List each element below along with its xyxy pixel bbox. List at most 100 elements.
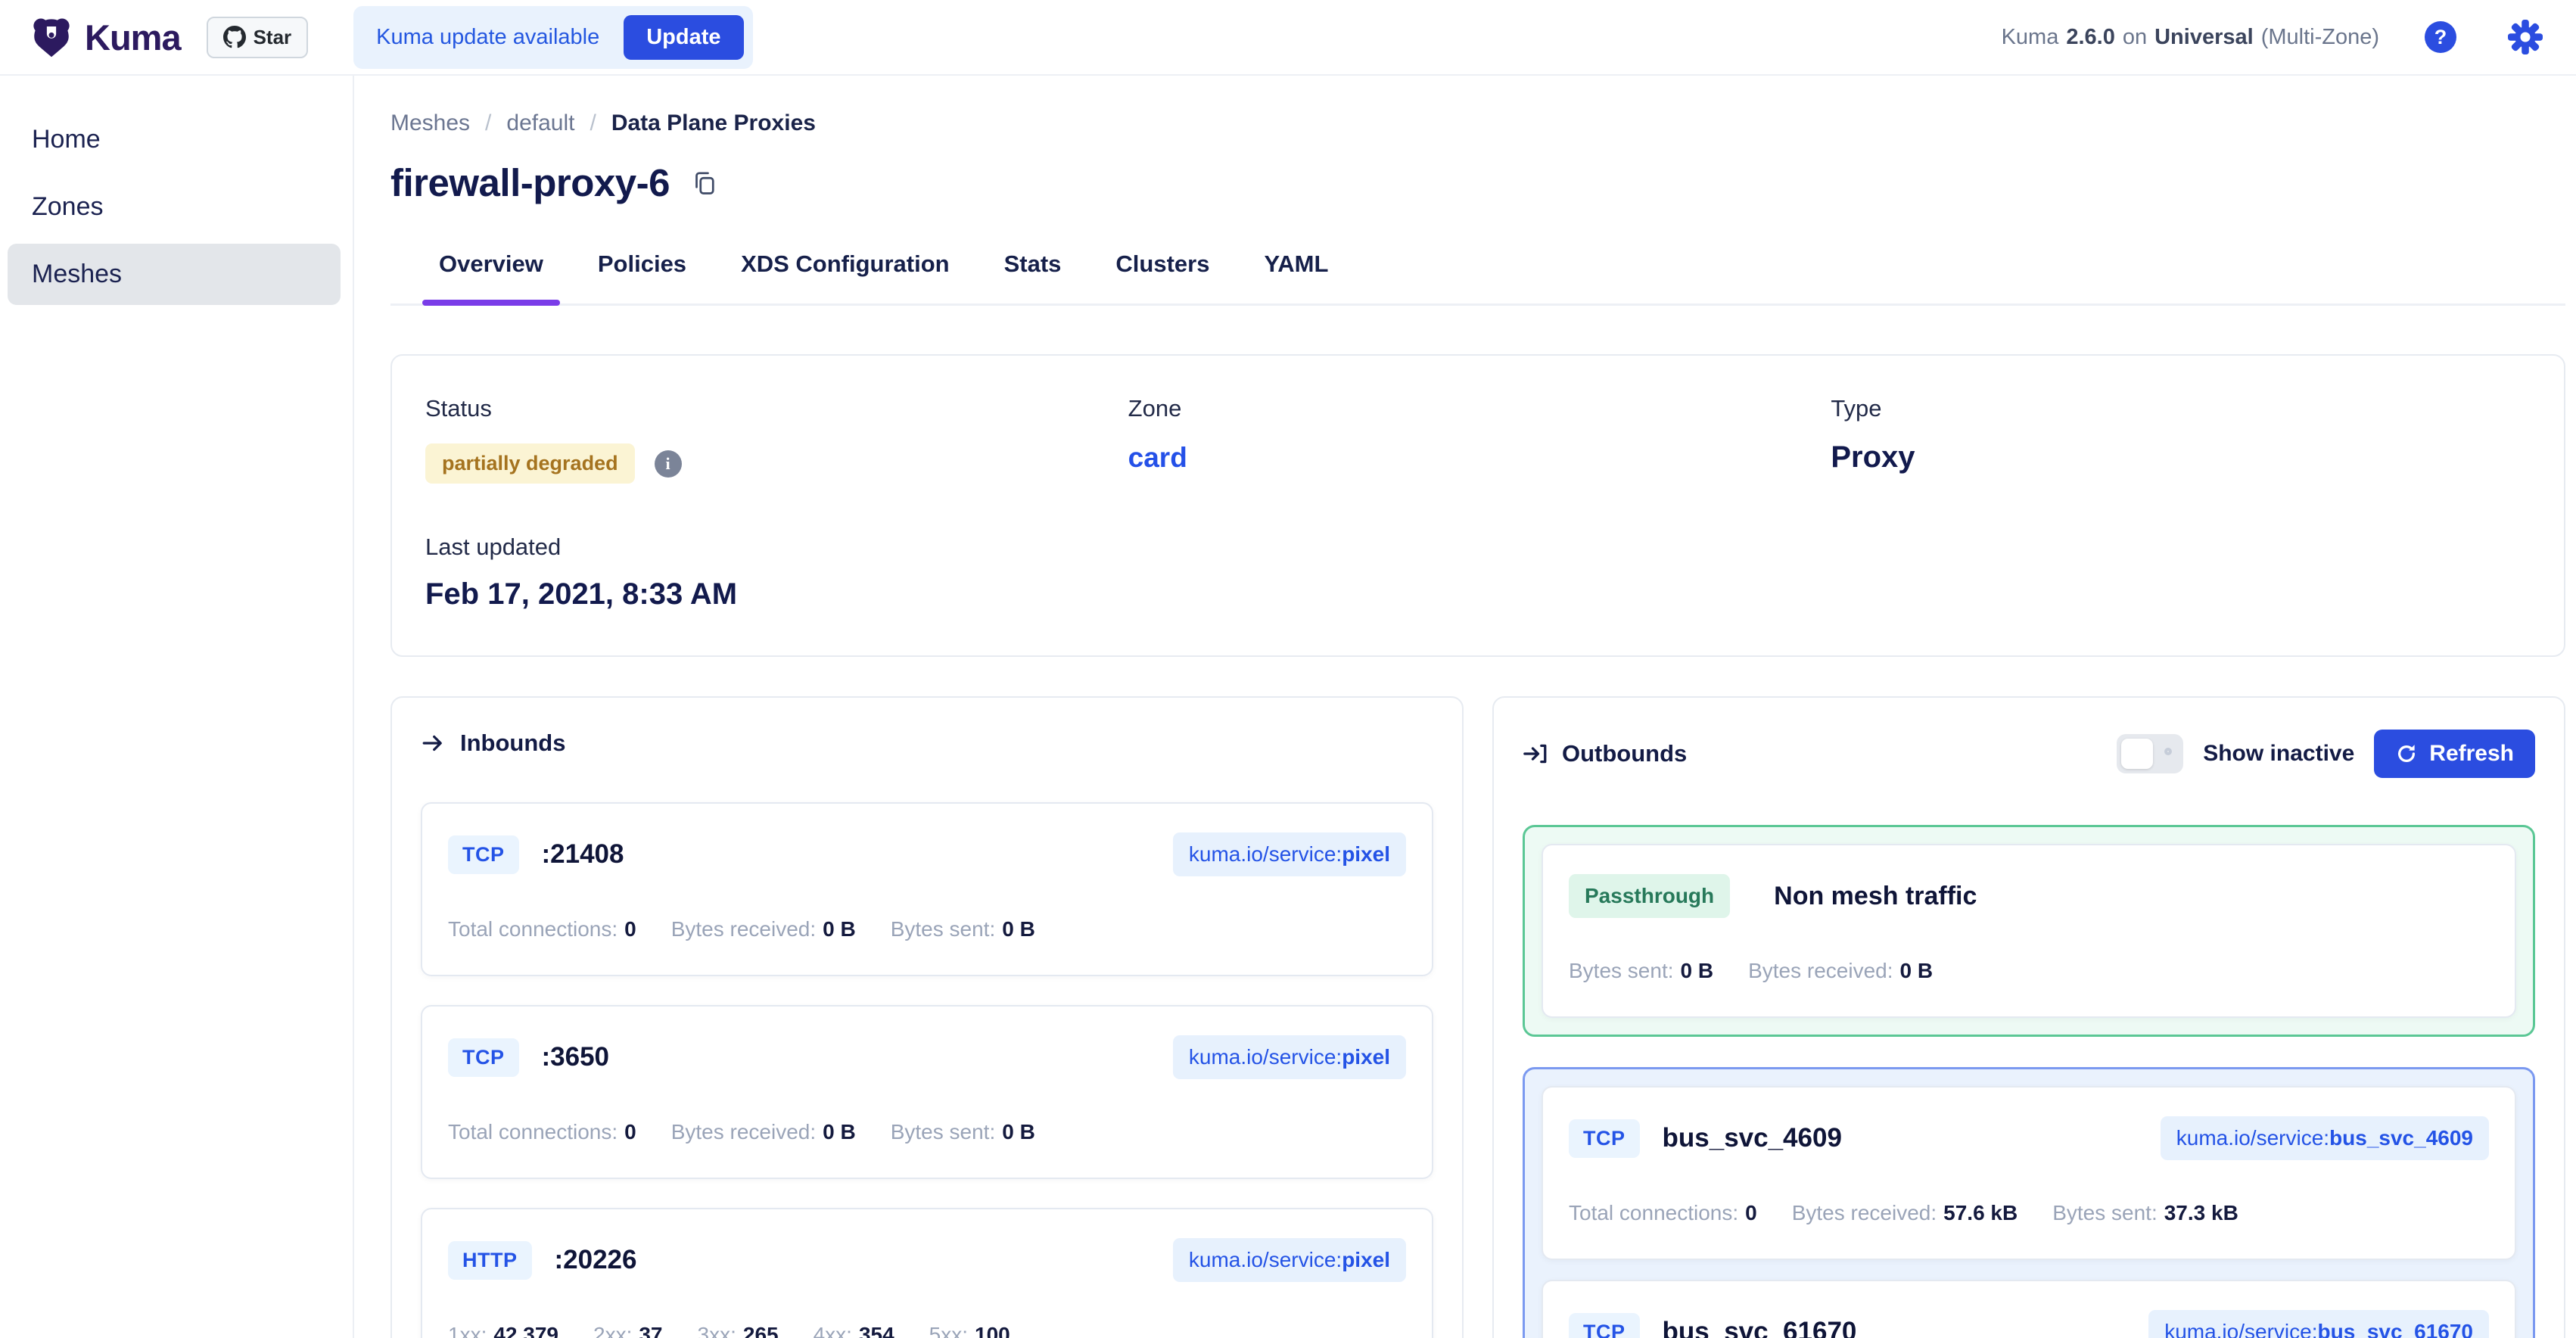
version-mode: Universal (2154, 25, 2254, 50)
tab-policies[interactable]: Policies (581, 250, 703, 303)
stat-value: 57.6 kB (1943, 1201, 2018, 1224)
stat-label: Total connections: (1569, 1201, 1738, 1224)
help-icon[interactable]: ? (2425, 21, 2456, 53)
stat-value: 37 (639, 1323, 662, 1338)
breadcrumb-separator: / (590, 110, 596, 136)
passthrough-group: Passthrough Non mesh traffic Bytes sent:… (1523, 825, 2535, 1037)
sidebar: Home Zones Meshes (0, 76, 354, 1338)
last-updated-value: Feb 17, 2021, 8:33 AM (425, 577, 1128, 611)
show-inactive-toggle[interactable] (2117, 734, 2183, 773)
inbound-card[interactable]: TCP:21408kuma.io/service:pixelTotal conn… (421, 802, 1433, 976)
service-tag[interactable]: kuma.io/service:pixel (1173, 832, 1406, 876)
sidebar-item-zones[interactable]: Zones (8, 176, 341, 238)
stat-label: 5xx: (929, 1323, 968, 1338)
service-tag-value: pixel (1342, 1248, 1390, 1271)
passthrough-badge: Passthrough (1569, 874, 1730, 918)
service-tag[interactable]: kuma.io/service:bus_svc_61670 (2148, 1310, 2489, 1338)
service-tag-prefix: kuma.io/service: (1189, 1045, 1342, 1069)
stat-value: 100 (975, 1323, 1010, 1338)
sidebar-item-home[interactable]: Home (8, 109, 341, 170)
breadcrumb: Meshes / default / Data Plane Proxies (390, 110, 2565, 136)
tab-xds-configuration[interactable]: XDS Configuration (724, 250, 966, 303)
info-icon[interactable]: i (655, 450, 682, 478)
breadcrumb-default[interactable]: default (506, 110, 574, 136)
outbound-card[interactable]: TCPbus_svc_61670kuma.io/service:bus_svc_… (1542, 1280, 2516, 1338)
version-prefix: Kuma (2002, 25, 2059, 50)
tab-stats[interactable]: Stats (988, 250, 1078, 303)
stat-label: Bytes sent: (891, 917, 996, 941)
inbounds-list: TCP:21408kuma.io/service:pixelTotal conn… (421, 802, 1433, 1338)
update-button[interactable]: Update (624, 15, 743, 60)
stat-label: 4xx: (814, 1323, 852, 1338)
stat-value: 0 (624, 917, 636, 941)
zone-link[interactable]: card (1128, 442, 1831, 474)
stat-label: Bytes received: (1748, 959, 1893, 982)
stat-label: Bytes received: (671, 917, 816, 941)
service-tag[interactable]: kuma.io/service:pixel (1173, 1238, 1406, 1282)
top-bar: Kuma Star Kuma update available Update K… (0, 0, 2576, 76)
stat-value: 0 (1745, 1201, 1757, 1224)
logo-wordmark: Kuma (85, 17, 181, 58)
kuma-logo[interactable]: Kuma (30, 16, 181, 58)
inbound-card[interactable]: HTTP:20226kuma.io/service:pixel1xx:42,37… (421, 1208, 1433, 1338)
stat-value: 265 (743, 1323, 779, 1338)
tab-clusters[interactable]: Clusters (1099, 250, 1226, 303)
status-label: Status (425, 395, 1128, 422)
zone-label: Zone (1128, 395, 1831, 422)
breadcrumb-separator: / (485, 110, 491, 136)
page-title: firewall-proxy-6 (390, 160, 670, 205)
service-tag-prefix: kuma.io/service: (1189, 842, 1342, 866)
tab-yaml[interactable]: YAML (1247, 250, 1345, 303)
version-zone: (Multi-Zone) (2261, 25, 2379, 50)
type-field: Type Proxy (1831, 395, 2534, 484)
inbound-card[interactable]: TCP:3650kuma.io/service:pixelTotal conne… (421, 1005, 1433, 1179)
inbound-arrow-icon (421, 730, 446, 756)
last-updated-field: Last updated Feb 17, 2021, 8:33 AM (425, 534, 1128, 611)
github-octocat-icon (223, 26, 246, 48)
settings-gear-icon[interactable] (2508, 20, 2543, 54)
refresh-button[interactable]: Refresh (2374, 730, 2535, 778)
stat-value: 0 B (823, 917, 856, 941)
star-label: Star (254, 26, 292, 49)
outbound-arrow-icon (1523, 741, 1548, 767)
github-star-button[interactable]: Star (207, 17, 309, 58)
type-label: Type (1831, 395, 2534, 422)
copy-icon[interactable] (691, 170, 718, 197)
version-conn: on (2123, 25, 2147, 50)
summary-card: Status partially degraded i Zone card Ty… (390, 354, 2565, 657)
tab-bar: Overview Policies XDS Configuration Stats Cl… (390, 250, 2565, 306)
tab-overview[interactable]: Overview (422, 250, 560, 303)
last-updated-label: Last updated (425, 534, 1128, 561)
service-tag-value: pixel (1342, 842, 1390, 866)
stat-label: 3xx: (698, 1323, 736, 1338)
breadcrumb-meshes[interactable]: Meshes (390, 110, 470, 136)
toggle-off-ring (2164, 748, 2172, 755)
stat-label: 1xx: (448, 1323, 487, 1338)
outbound-card[interactable]: TCPbus_svc_4609kuma.io/service:bus_svc_4… (1542, 1086, 2516, 1260)
status-field: Status partially degraded i (425, 395, 1128, 484)
service-tag-value: pixel (1342, 1045, 1390, 1069)
passthrough-card[interactable]: Passthrough Non mesh traffic Bytes sent:… (1542, 844, 2516, 1018)
toggle-knob (2121, 739, 2153, 769)
stat-value: 0 B (1002, 917, 1035, 941)
version-info: Kuma 2.6.0 on Universal (Multi-Zone) (2002, 25, 2379, 50)
update-available-link[interactable]: Kuma update available (376, 25, 599, 50)
protocol-badge: TCP (448, 1038, 519, 1077)
stat-label: Bytes sent: (2052, 1201, 2158, 1224)
outbound-name: bus_svc_4609 (1663, 1123, 1842, 1153)
inbounds-panel: Inbounds TCP:21408kuma.io/service:pixelT… (390, 696, 1464, 1338)
service-tag[interactable]: kuma.io/service:bus_svc_4609 (2161, 1116, 2489, 1160)
outbound-services-group: TCPbus_svc_4609kuma.io/service:bus_svc_4… (1523, 1067, 2535, 1338)
service-tag[interactable]: kuma.io/service:pixel (1173, 1035, 1406, 1079)
type-value: Proxy (1831, 440, 2534, 475)
stat-label: Bytes sent: (1569, 959, 1674, 982)
stat-label: Total connections: (448, 1120, 618, 1144)
service-tag-prefix: kuma.io/service: (2176, 1126, 2329, 1150)
inbound-stats: Total connections:0Bytes received:0 BByt… (448, 1120, 1406, 1144)
kuma-bear-icon (30, 16, 73, 58)
sidebar-item-meshes[interactable]: Meshes (8, 244, 341, 305)
stat-label: Bytes received: (1792, 1201, 1937, 1224)
zone-field: Zone card (1128, 395, 1831, 484)
refresh-icon (2395, 742, 2418, 765)
app-shell: Home Zones Meshes Meshes / default / Dat… (0, 76, 2576, 1338)
